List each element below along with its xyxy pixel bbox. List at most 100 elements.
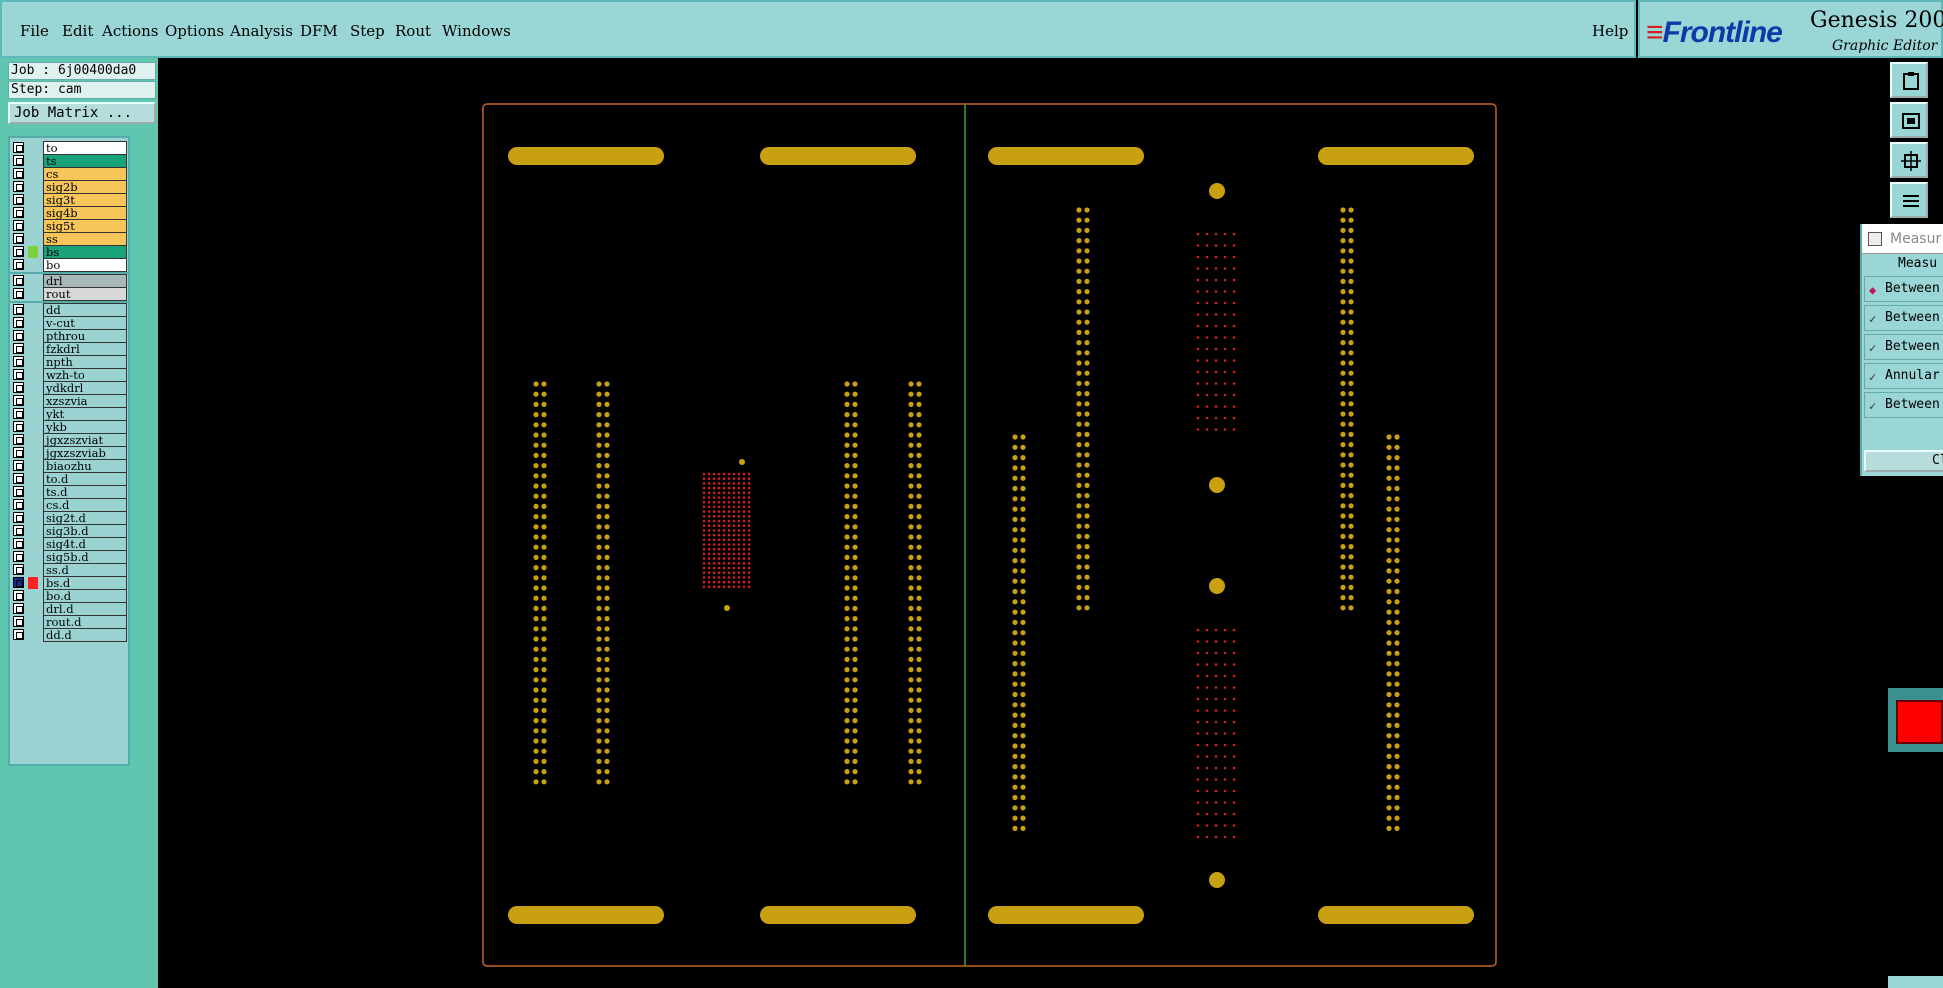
layer-label[interactable]: bo <box>43 258 127 272</box>
menu-help[interactable]: Help <box>1592 22 1628 40</box>
pad-dot <box>1386 434 1392 440</box>
layer-checkbox[interactable] <box>13 564 24 575</box>
layer-checkbox[interactable] <box>13 512 24 523</box>
layer-checkbox[interactable] <box>13 486 24 497</box>
layer-row-dd-d[interactable]: dd.d <box>10 627 130 643</box>
layer-checkbox[interactable] <box>13 525 24 536</box>
layer-checkbox[interactable] <box>13 434 24 445</box>
via-dot <box>1205 278 1209 282</box>
via-dot <box>702 566 706 570</box>
menu-actions[interactable]: Actions <box>102 22 158 40</box>
layer-checkbox[interactable] <box>13 259 24 270</box>
layer-row-bo[interactable]: bo <box>10 257 130 273</box>
layer-checkbox[interactable] <box>13 447 24 458</box>
via-dot <box>1214 416 1218 420</box>
layer-checkbox[interactable] <box>13 538 24 549</box>
layer-checkbox[interactable] <box>13 421 24 432</box>
pad-dot <box>604 463 610 469</box>
pad-dot <box>1386 825 1392 832</box>
layer-checkbox[interactable] <box>13 460 24 471</box>
pad-dot <box>1348 319 1354 325</box>
layer-checkbox[interactable] <box>13 233 24 244</box>
layer-checkbox[interactable] <box>13 473 24 484</box>
toolbar-button-3[interactable] <box>1890 142 1928 178</box>
pad-dot <box>1348 442 1354 448</box>
graphic-canvas[interactable] <box>158 58 1888 988</box>
pad-dot <box>1386 784 1392 790</box>
pad-dot <box>596 412 602 418</box>
layer-checkbox[interactable] <box>13 194 24 205</box>
via-dot <box>717 538 721 542</box>
status-strip <box>1888 976 1943 988</box>
layer-label[interactable]: rout <box>43 287 127 301</box>
measure-option-2[interactable]: ✓ Between <box>1864 305 1943 331</box>
job-matrix-button[interactable]: Job Matrix ... <box>8 102 156 124</box>
pad-dot <box>596 687 602 693</box>
pad-dot <box>604 687 610 693</box>
via-dot <box>707 547 711 551</box>
layer-checkbox[interactable] <box>13 304 24 315</box>
pad-dot <box>852 514 858 520</box>
pad-dot <box>541 524 547 530</box>
pad-dot <box>1386 815 1392 821</box>
layer-checkbox[interactable] <box>13 369 24 380</box>
menu-step[interactable]: Step <box>350 22 385 40</box>
menu-analysis[interactable]: Analysis <box>230 22 293 40</box>
pad-dot <box>1012 805 1018 811</box>
pad-dot <box>1394 671 1400 677</box>
layer-row-rout[interactable]: rout <box>10 286 130 302</box>
measure-option-1[interactable]: ◆ Between <box>1864 276 1943 302</box>
pad-dot <box>533 381 539 387</box>
measure-option-4[interactable]: ✓ Annular <box>1864 363 1943 389</box>
layer-checkbox[interactable] <box>13 142 24 153</box>
pcb-board-view[interactable] <box>158 58 1888 988</box>
layer-checkbox[interactable] <box>13 220 24 231</box>
layer-checkbox[interactable] <box>13 629 24 640</box>
pad-dot <box>1020 485 1026 492</box>
layer-label[interactable]: dd.d <box>43 628 127 642</box>
layer-checkbox[interactable] <box>13 330 24 341</box>
pad-dot <box>1394 547 1400 553</box>
layer-checkbox[interactable] <box>13 616 24 627</box>
menu-dfm[interactable]: DFM <box>300 22 338 40</box>
layer-checkbox[interactable] <box>13 382 24 393</box>
layer-checkbox[interactable] <box>13 395 24 406</box>
via-dot <box>722 585 726 589</box>
layer-checkbox[interactable] <box>13 275 24 286</box>
layer-checkbox[interactable] <box>13 155 24 166</box>
menu-edit[interactable]: Edit <box>62 22 93 40</box>
layer-checkbox[interactable] <box>13 246 24 257</box>
pad-dot <box>908 575 914 581</box>
toolbar-button-1[interactable] <box>1890 62 1928 98</box>
via-dot <box>717 500 721 504</box>
measure-close-button[interactable]: Cl <box>1864 450 1943 472</box>
layer-checkbox[interactable] <box>13 499 24 510</box>
measure-option-5[interactable]: ✓ Between <box>1864 392 1943 418</box>
toolbar-button-2[interactable] <box>1890 102 1928 138</box>
via-dot <box>722 505 726 509</box>
layer-checkbox[interactable] <box>13 356 24 367</box>
measure-title-bar[interactable]: Measur <box>1862 224 1943 254</box>
layer-checkbox[interactable] <box>13 288 24 299</box>
layer-checkbox[interactable] <box>13 551 24 562</box>
layer-checkbox[interactable] <box>13 603 24 614</box>
pad-dot <box>541 473 547 479</box>
pad-dot <box>1386 496 1392 502</box>
layer-checkbox[interactable] <box>13 317 24 328</box>
pad-dot <box>1348 309 1354 315</box>
layer-checkbox[interactable] <box>13 408 24 419</box>
measure-option-3[interactable]: ✓ Between <box>1864 334 1943 360</box>
menu-windows[interactable]: Windows <box>442 22 511 40</box>
layer-checkbox[interactable] <box>13 590 24 601</box>
pad-dot <box>916 412 922 418</box>
pad-dot <box>604 779 610 785</box>
menu-rout[interactable]: Rout <box>395 22 431 40</box>
layer-checkbox[interactable] <box>13 343 24 354</box>
layer-checkbox[interactable] <box>13 181 24 192</box>
layer-checkbox[interactable] <box>13 168 24 179</box>
menu-file[interactable]: File <box>20 22 49 40</box>
layer-checkbox[interactable] <box>13 577 24 588</box>
toolbar-button-4[interactable] <box>1890 182 1928 218</box>
layer-checkbox[interactable] <box>13 207 24 218</box>
menu-options[interactable]: Options <box>165 22 224 40</box>
